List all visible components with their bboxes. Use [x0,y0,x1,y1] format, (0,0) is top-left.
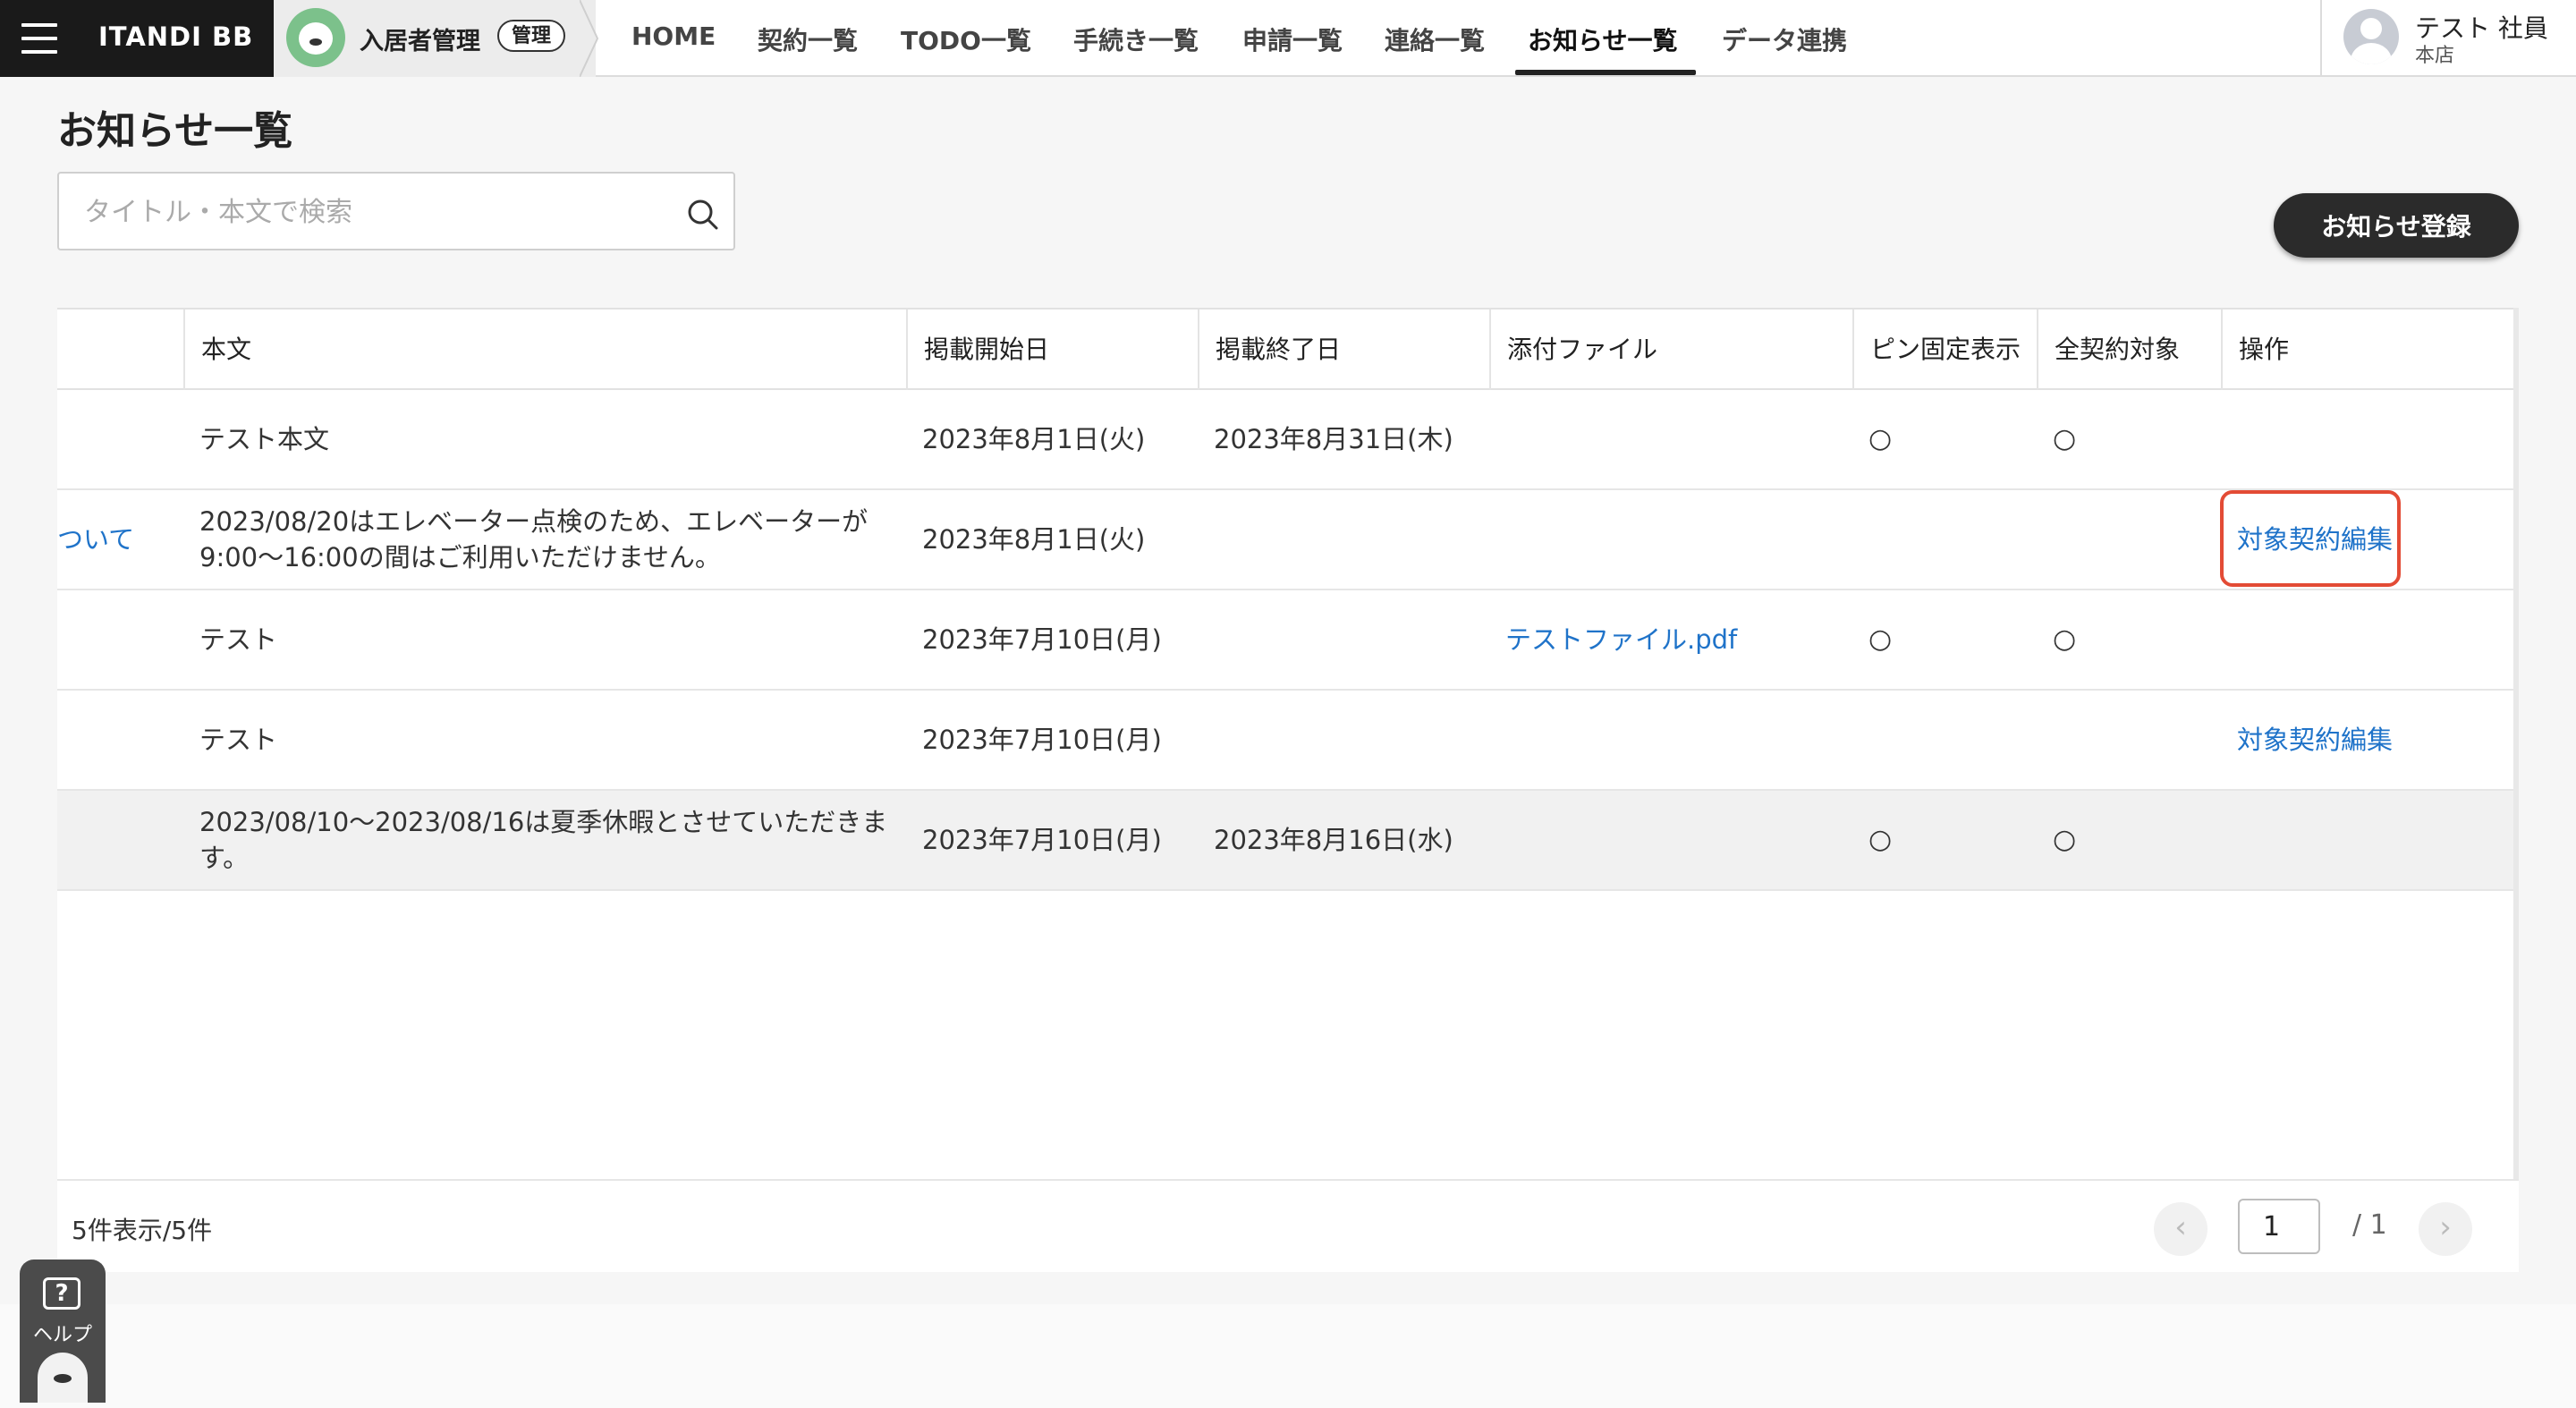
end-date-cell: 2023年8月16日(水) [1214,825,1453,855]
table-row[interactable]: 2023/08/10〜2023/08/16は夏季休暇とさせていただきま す。 2… [57,791,2519,891]
brand-block: ITANDI BB [0,0,274,77]
search-icon[interactable] [685,197,721,233]
start-date-cell: 2023年8月1日(火) [922,524,1146,555]
page-total: / 1 [2352,1209,2387,1241]
edit-target-contracts-link[interactable]: 対象契約編集 [2221,691,2519,789]
result-count: 5件表示/5件 [72,1216,213,1245]
chevron-left-icon[interactable]: ‹ [2154,1202,2207,1256]
nav-applications[interactable]: 申請一覧 [1242,21,1343,57]
table-header: 本文 掲載開始日 掲載終了日 添付ファイル ピン固定表示 全契約対象 操作 [57,308,2519,390]
product-name[interactable]: 入居者管理 [360,21,480,56]
nav-todo[interactable]: TODO一覧 [901,21,1031,57]
table-row[interactable]: テスト 2023年7月10日(月) 対象契約編集 [57,691,2519,791]
all-contracts-cell: ○ [2053,824,2077,855]
start-date-cell: 2023年8月1日(火) [922,424,1146,454]
title-link[interactable]: ついて [57,490,183,589]
annotation-highlight-box [2220,490,2401,587]
help-question-icon: ? [43,1277,80,1310]
table-row[interactable]: テスト本文 2023年8月1日(火) 2023年8月31日(木) ○ ○ [57,390,2519,490]
page-number-input[interactable] [2238,1199,2320,1254]
column-header-actions: 操作 [2221,310,2519,390]
avatar-icon [2343,9,2399,64]
attachment-link[interactable]: テストファイル.pdf [1489,590,1852,689]
all-contracts-cell: ○ [2053,423,2077,454]
search-box[interactable] [57,172,735,250]
table-row[interactable]: テスト 2023年7月10日(月) テストファイル.pdf ○ ○ [57,590,2519,691]
body-line: 2023/08/20はエレベーター点検のため、エレベーターが [199,506,869,537]
brand-name[interactable]: ITANDI BB [98,21,253,52]
start-date-cell: 2023年7月10日(月) [922,825,1162,855]
breadcrumb-separator-icon [580,0,599,77]
nav-contacts[interactable]: 連絡一覧 [1385,21,1485,57]
end-date-cell: 2023年8月31日(木) [1214,424,1453,454]
help-widget[interactable]: ? ヘルプ [20,1260,106,1403]
chevron-right-icon[interactable]: › [2419,1202,2472,1256]
user-menu[interactable]: テスト 社員 本店 [2320,0,2576,77]
top-bar: ITANDI BB 入居者管理 管理 HOME 契約一覧 TODO一覧 手続き一… [0,0,2576,77]
start-date-cell: 2023年7月10日(月) [922,725,1162,755]
nav-procedures[interactable]: 手続き一覧 [1073,21,1199,57]
page-title: お知らせ一覧 [57,108,293,154]
column-header-body: 本文 [183,310,548,390]
column-header-end-date: 掲載終了日 [1198,310,1489,390]
body-line: 2023/08/10〜2023/08/16は夏季休暇とさせていただきま [199,807,888,837]
column-header-start-date: 掲載開始日 [906,310,1198,390]
column-header-all-contracts: 全契約対象 [2037,310,2221,390]
start-date-cell: 2023年7月10日(月) [922,624,1162,655]
nav-contracts[interactable]: 契約一覧 [758,21,858,57]
body-line: す。 [199,843,250,873]
pinned-cell: ○ [1868,423,1893,454]
all-contracts-cell: ○ [2053,623,2077,655]
nav-notices[interactable]: お知らせ一覧 [1528,21,1677,57]
help-label: ヘルプ [32,1324,92,1346]
notice-table: 本文 掲載開始日 掲載終了日 添付ファイル ピン固定表示 全契約対象 操作 テス… [57,308,2519,1272]
page-bottom-area [0,1304,2576,1408]
pinned-cell: ○ [1868,623,1893,655]
body-cell: 2023/08/20はエレベーター点検のため、エレベーターが 9:00〜16:0… [183,490,906,589]
column-header-pinned: ピン固定表示 [1852,310,2037,390]
pinned-cell: ○ [1868,824,1893,855]
search-input[interactable] [82,191,640,233]
body-line: 9:00〜16:00の間はご利用いただけません。 [199,542,721,573]
column-header-attachment: 添付ファイル [1489,310,1852,390]
table-footer: 5件表示/5件 ‹ / 1 › [57,1179,2519,1272]
user-branch: 本店 [2415,45,2455,67]
mascot-icon [38,1353,88,1403]
product-badge: 管理 [497,20,566,52]
active-tab-indicator [1515,70,1696,75]
mascot-logo-icon [286,8,345,67]
nav-home[interactable]: HOME [631,21,716,51]
body-cell: テスト [199,725,278,755]
table-row[interactable]: ついて 2023/08/20はエレベーター点検のため、エレベーターが 9:00〜… [57,490,2519,590]
horizontal-scroll-edge[interactable] [2513,308,2519,1272]
menu-icon[interactable] [21,23,57,54]
register-notice-button[interactable]: お知らせ登録 [2274,193,2519,258]
body-cell: テスト [199,624,278,655]
body-cell: テスト本文 [199,424,330,454]
body-cell: 2023/08/10〜2023/08/16は夏季休暇とさせていただきま す。 [183,791,906,889]
nav-data-integration[interactable]: データ連携 [1722,21,1847,57]
